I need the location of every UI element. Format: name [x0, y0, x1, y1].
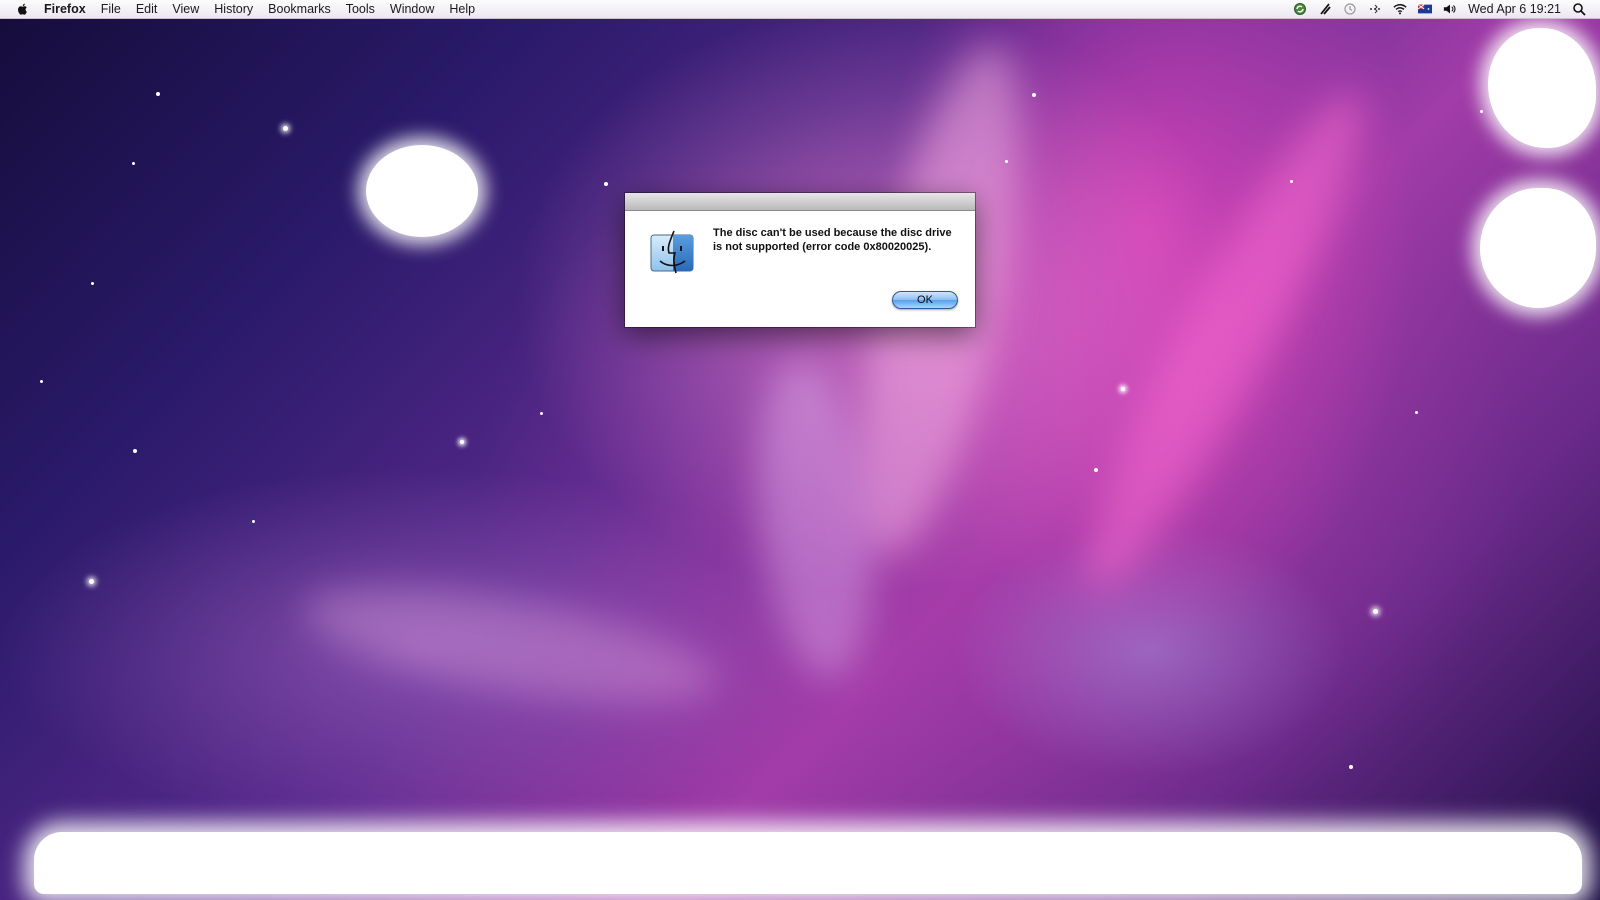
menu-history[interactable]: History	[214, 2, 253, 16]
menubar-status-area: Wed Apr 6 19:21	[1293, 0, 1586, 18]
flag-icon[interactable]	[1418, 2, 1433, 16]
apple-icon[interactable]	[16, 2, 30, 16]
star	[604, 182, 608, 186]
star	[540, 412, 543, 415]
aurora-streak	[1053, 71, 1397, 609]
star	[132, 162, 135, 165]
menu-help[interactable]: Help	[449, 2, 475, 16]
star	[40, 380, 43, 383]
menu-edit[interactable]: Edit	[136, 2, 158, 16]
star	[460, 440, 464, 444]
alert-message: The disc can't be used because the disc …	[713, 227, 952, 253]
star	[1032, 93, 1036, 97]
alert-titlebar[interactable]	[625, 193, 975, 211]
star	[1349, 765, 1353, 769]
menu-bar: Firefox File Edit View History Bookmarks…	[0, 0, 1600, 19]
desktop-wallpaper	[0, 0, 1600, 900]
volume-icon[interactable]	[1443, 2, 1457, 16]
menu-bookmarks[interactable]: Bookmarks	[268, 2, 331, 16]
star	[89, 579, 94, 584]
finder-icon	[650, 230, 694, 274]
menu-tools[interactable]: Tools	[346, 2, 375, 16]
menu-view[interactable]: View	[172, 2, 199, 16]
ok-button[interactable]: OK	[892, 291, 958, 309]
star	[1094, 468, 1098, 472]
star	[1373, 609, 1378, 614]
star	[252, 520, 255, 523]
star	[1290, 180, 1293, 183]
star	[133, 449, 137, 453]
redacted-desktop-icon	[366, 145, 478, 237]
menu-app-name[interactable]: Firefox	[44, 2, 86, 16]
dock-redacted	[34, 832, 1582, 894]
aurora-streak	[295, 564, 725, 726]
alert-body: The disc can't be used because the disc …	[625, 211, 975, 327]
redacted-desktop-icon	[1488, 28, 1596, 148]
alert-dialog: The disc can't be used because the disc …	[625, 193, 975, 327]
star	[1480, 110, 1483, 113]
star	[1005, 160, 1008, 163]
sync-icon[interactable]	[1293, 2, 1307, 16]
script-icon[interactable]	[1318, 2, 1332, 16]
star	[1121, 387, 1125, 391]
time-machine-icon[interactable]	[1343, 2, 1357, 16]
star	[156, 92, 160, 96]
wifi-icon[interactable]	[1393, 2, 1407, 16]
redacted-desktop-icon	[1480, 188, 1596, 308]
spotlight-search-icon[interactable]	[1572, 2, 1586, 16]
bluetooth-icon[interactable]	[1368, 2, 1382, 16]
star	[1415, 411, 1418, 414]
star	[283, 126, 288, 131]
menu-window[interactable]: Window	[390, 2, 434, 16]
menu-file[interactable]: File	[101, 2, 121, 16]
menubar-clock[interactable]: Wed Apr 6 19:21	[1468, 2, 1561, 16]
star	[91, 282, 94, 285]
